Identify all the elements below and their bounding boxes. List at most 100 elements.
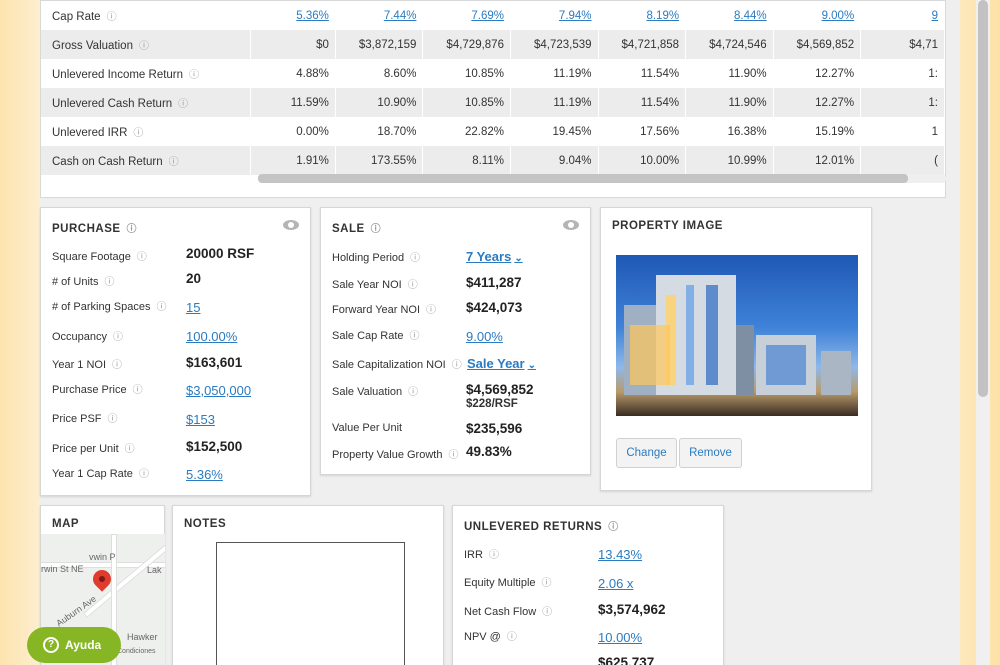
table-cell: 11.90%: [685, 59, 774, 88]
npv-value: $625,737: [598, 655, 655, 665]
change-image-button[interactable]: Change: [616, 438, 677, 468]
table-cell: $4,724,546: [685, 30, 774, 59]
table-cell: 22.82%: [422, 117, 511, 146]
info-icon[interactable]: ⓘ: [371, 224, 382, 235]
notes-card: NOTES: [172, 505, 444, 665]
table-row: Cash on Cash Return ⓘ 1.91% 173.55% 8.11% 9.0…: [41, 146, 945, 175]
sale-valuation-rsf: $228/RSF: [466, 398, 518, 410]
sale-title: SALE ⓘ: [332, 223, 382, 235]
property-photo: [616, 255, 858, 416]
purchase-title: PURCHASE ⓘ: [52, 223, 138, 235]
table-cell: $4,729,876: [422, 30, 511, 59]
info-icon[interactable]: ⓘ: [169, 157, 179, 168]
horizontal-scrollbar-thumb[interactable]: [258, 174, 908, 183]
row-label: Cap Rate ⓘ: [41, 1, 251, 30]
table-cell[interactable]: 8.44%: [685, 1, 774, 30]
info-icon[interactable]: ⓘ: [426, 305, 436, 316]
price-psf-link[interactable]: $153: [186, 412, 215, 427]
info-icon[interactable]: ⓘ: [133, 385, 143, 396]
net-cash-flow-value: $3,574,962: [598, 602, 666, 617]
table-cell: 4.88%: [250, 59, 336, 88]
info-icon[interactable]: ⓘ: [408, 280, 418, 291]
table-cell: 11.59%: [250, 88, 336, 117]
forward-noi-value: $424,073: [466, 300, 523, 315]
info-icon[interactable]: ⓘ: [133, 128, 143, 139]
table-cell[interactable]: 5.36%: [250, 1, 336, 30]
info-icon[interactable]: ⓘ: [189, 70, 199, 81]
remove-image-button[interactable]: Remove: [679, 438, 742, 468]
unlevered-returns-card: UNLEVERED RETURNS ⓘ IRR ⓘ 13.43% Equity Mu…: [452, 505, 724, 665]
info-icon[interactable]: ⓘ: [410, 331, 420, 342]
info-icon[interactable]: ⓘ: [608, 522, 619, 533]
question-icon: ?: [43, 637, 59, 653]
info-icon[interactable]: ⓘ: [448, 450, 458, 461]
value-growth-value: 49.83%: [466, 444, 512, 459]
table-cell[interactable]: 8.19%: [598, 1, 687, 30]
table-cell: 12.01%: [773, 146, 862, 175]
info-icon[interactable]: ⓘ: [408, 387, 418, 398]
notes-textarea[interactable]: [216, 542, 405, 665]
table-cell: 1:: [860, 59, 945, 88]
table-cell: 11.19%: [510, 59, 599, 88]
info-icon[interactable]: ⓘ: [139, 41, 149, 52]
table-cell: $4,723,539: [510, 30, 599, 59]
info-icon[interactable]: ⓘ: [507, 632, 517, 643]
info-icon[interactable]: ⓘ: [137, 252, 147, 263]
table-cell: 19.45%: [510, 117, 599, 146]
npv-rate-link[interactable]: 10.00%: [598, 630, 642, 645]
table-row: Unlevered Income Return ⓘ 4.88% 8.60% 10.85%…: [41, 59, 945, 88]
info-icon[interactable]: ⓘ: [127, 224, 138, 235]
table-cell[interactable]: 9.00%: [773, 1, 862, 30]
info-icon[interactable]: ⓘ: [125, 444, 135, 455]
value-per-unit-value: $235,596: [466, 421, 523, 436]
irr-link[interactable]: 13.43%: [598, 547, 642, 562]
info-icon[interactable]: ⓘ: [178, 99, 188, 110]
info-icon[interactable]: ⓘ: [542, 578, 552, 589]
info-icon[interactable]: ⓘ: [107, 12, 117, 23]
vertical-scrollbar-thumb[interactable]: [978, 0, 988, 397]
table-cell: 15.19%: [773, 117, 862, 146]
info-icon[interactable]: ⓘ: [108, 414, 118, 425]
table-cell: 10.85%: [422, 59, 511, 88]
eye-icon[interactable]: [283, 220, 299, 230]
table-cell: 1:: [860, 88, 945, 117]
table-cell: 10.85%: [422, 88, 511, 117]
parking-link[interactable]: 15: [186, 300, 200, 315]
metrics-table: Cap Rate ⓘ 5.36% 7.44% 7.69% 7.94% 8.19% 8.44% 9…: [41, 1, 945, 175]
row-label: Unlevered IRR ⓘ: [41, 117, 251, 146]
cap-rate-link[interactable]: 5.36%: [186, 467, 223, 482]
table-cell: 10.99%: [685, 146, 774, 175]
unlevered-returns-title: UNLEVERED RETURNS ⓘ: [464, 521, 619, 533]
holding-period-dropdown[interactable]: 7 Years ⌄: [466, 249, 523, 264]
row-label: Gross Valuation ⓘ: [41, 30, 251, 59]
info-icon[interactable]: ⓘ: [542, 607, 552, 618]
table-cell[interactable]: 7.44%: [335, 1, 424, 30]
info-icon[interactable]: ⓘ: [156, 302, 166, 313]
occupancy-link[interactable]: 100.00%: [186, 329, 237, 344]
info-icon[interactable]: ⓘ: [104, 277, 114, 288]
help-button[interactable]: ? Ayuda: [27, 627, 121, 663]
sale-cap-rate-link[interactable]: 9.00%: [466, 329, 503, 344]
table-cell[interactable]: 7.94%: [510, 1, 599, 30]
table-cell: 8.11%: [422, 146, 511, 175]
table-cell[interactable]: 9: [860, 1, 945, 30]
table-cell: 11.54%: [598, 88, 687, 117]
info-icon[interactable]: ⓘ: [452, 360, 462, 371]
equity-multiple-link[interactable]: 2.06 x: [598, 576, 633, 591]
price-per-unit-value: $152,500: [186, 439, 243, 454]
sale-card: SALE ⓘ Holding Period ⓘ 7 Years ⌄ Sale Year…: [320, 207, 591, 475]
info-icon[interactable]: ⓘ: [113, 332, 123, 343]
info-icon[interactable]: ⓘ: [112, 360, 122, 371]
sale-noi-value: $411,287: [466, 275, 522, 290]
cap-noi-dropdown[interactable]: Sale Year ⌄: [467, 356, 536, 371]
info-icon[interactable]: ⓘ: [139, 469, 149, 480]
table-cell: 17.56%: [598, 117, 687, 146]
table-cell: 10.90%: [335, 88, 424, 117]
table-cell[interactable]: 7.69%: [422, 1, 511, 30]
purchase-price-link[interactable]: $3,050,000: [186, 383, 251, 398]
info-icon[interactable]: ⓘ: [410, 253, 420, 264]
info-icon[interactable]: ⓘ: [489, 550, 499, 561]
table-cell: 1.91%: [250, 146, 336, 175]
table-cell: 11.90%: [685, 88, 774, 117]
eye-icon[interactable]: [563, 220, 579, 230]
